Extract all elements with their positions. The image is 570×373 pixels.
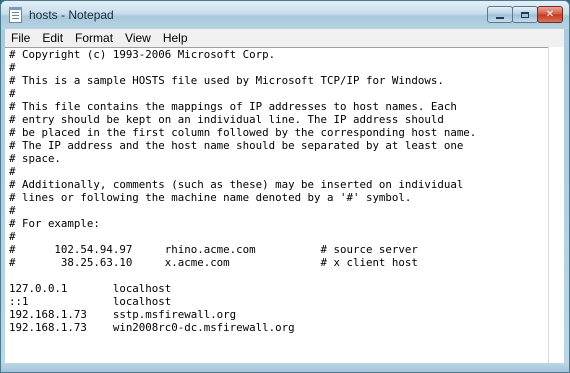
notepad-icon	[9, 7, 22, 23]
editor-text[interactable]: # Copyright (c) 1993-2006 Microsoft Corp…	[9, 48, 476, 334]
editor-line: #	[9, 87, 16, 100]
editor-line: # The IP address and the host name shoul…	[9, 139, 464, 152]
editor-line: # This is a sample HOSTS file used by Mi…	[9, 74, 444, 87]
menu-file[interactable]: File	[5, 29, 36, 47]
editor-line: 192.168.1.73 sstp.msfirewall.org	[9, 308, 237, 321]
editor-line: # be placed in the first column followed…	[9, 126, 477, 139]
close-button[interactable]: ✕	[537, 6, 563, 23]
maximize-button[interactable]	[512, 6, 538, 23]
close-icon: ✕	[545, 9, 555, 20]
text-editor[interactable]: # Copyright (c) 1993-2006 Microsoft Corp…	[5, 47, 564, 363]
title-bar[interactable]: hosts - Notepad ✕	[1, 1, 569, 29]
editor-line: # space.	[9, 152, 61, 165]
menu-help[interactable]: Help	[157, 29, 194, 47]
menu-edit[interactable]: Edit	[36, 29, 69, 47]
editor-line: #	[9, 61, 16, 74]
editor-line: # Additionally, comments (such as these)…	[9, 178, 464, 191]
menu-bar: File Edit Format View Help	[5, 29, 564, 47]
editor-line: 192.168.1.73 win2008rc0-dc.msfirewall.or…	[9, 321, 295, 334]
editor-line: #	[9, 204, 16, 217]
menu-format[interactable]: Format	[69, 29, 119, 47]
notepad-window: hosts - Notepad ✕ File Edit Format View …	[0, 0, 570, 373]
editor-line: # This file contains the mappings of IP …	[9, 100, 457, 113]
editor-line: #	[9, 165, 16, 178]
window-title: hosts - Notepad	[29, 8, 114, 22]
menu-view[interactable]: View	[119, 29, 157, 47]
editor-line: # Copyright (c) 1993-2006 Microsoft Corp…	[9, 48, 276, 61]
editor-line: # lines or following the machine name de…	[9, 191, 412, 204]
minimize-button[interactable]	[487, 6, 513, 23]
editor-line: # 102.54.94.97 rhino.acme.com # source s…	[9, 243, 418, 256]
editor-line: # For example:	[9, 217, 100, 230]
editor-line: ::1 localhost	[9, 295, 172, 308]
minimize-icon	[496, 16, 504, 19]
editor-line: 127.0.0.1 localhost	[9, 282, 172, 295]
editor-right-margin	[548, 47, 564, 363]
editor-line: # entry should be kept on an individual …	[9, 113, 444, 126]
maximize-icon	[521, 11, 529, 18]
window-bottom-frame	[1, 363, 569, 372]
editor-line: # 38.25.63.10 x.acme.com # x client host	[9, 256, 418, 269]
editor-line: #	[9, 230, 16, 243]
